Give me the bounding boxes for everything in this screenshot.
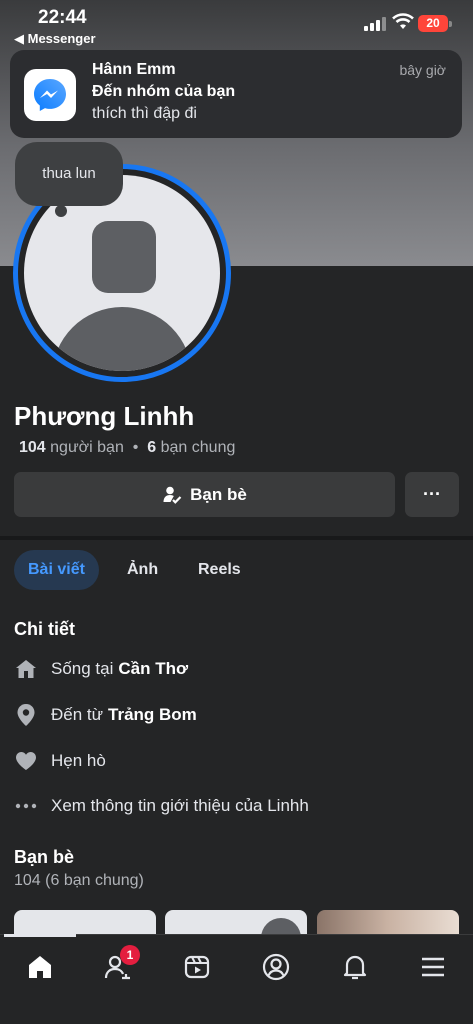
notification-group: Đến nhóm của bạn: [92, 83, 236, 100]
nav-notifications[interactable]: [337, 949, 373, 985]
menu-icon: [422, 957, 444, 977]
signal-icon: [364, 17, 386, 31]
avatar-body-shape: [52, 307, 192, 371]
detail-see-about-text: Xem thông tin giới thiệu của Linhh: [51, 796, 309, 815]
detail-from: Đến từ Trảng Bom: [14, 701, 197, 729]
tab-posts[interactable]: Bài viết: [14, 550, 99, 590]
section-divider: [0, 536, 473, 540]
detail-see-about[interactable]: Xem thông tin giới thiệu của Linhh: [14, 792, 309, 820]
wifi-icon: [392, 13, 414, 29]
detail-from-value[interactable]: Trảng Bom: [108, 705, 197, 725]
friend-requests-badge: 1: [120, 945, 140, 965]
home-icon: [14, 657, 38, 681]
friend-check-icon: [163, 486, 182, 504]
back-to-app-link[interactable]: ◀ Messenger: [14, 31, 96, 47]
battery-tip: [449, 21, 452, 27]
messenger-icon: [24, 69, 76, 121]
detail-lives-in-value[interactable]: Cần Thơ: [118, 659, 188, 679]
status-bar: 22:44 ◀ Messenger 20: [0, 0, 473, 48]
profile-icon: [262, 953, 290, 981]
nav-menu[interactable]: [415, 949, 451, 985]
detail-dating[interactable]: Hẹn hò: [14, 747, 106, 775]
notification-message: thích thì đập đi: [92, 105, 197, 122]
notification-banner[interactable]: Hânn Emm Đến nhóm của bạn thích thì đập …: [10, 50, 462, 138]
detail-lives-in-text: Sống tại: [51, 659, 114, 678]
nav-friends[interactable]: 1: [100, 945, 140, 985]
status-time: 22:44: [38, 7, 87, 28]
bell-icon: [343, 955, 367, 980]
detail-lives-in: Sống tại Cần Thơ: [14, 655, 188, 683]
nav-video[interactable]: [179, 949, 215, 985]
battery-icon: 20: [418, 15, 448, 32]
heart-icon: [14, 749, 38, 773]
friends-section-count: 104 (6 bạn chung): [14, 872, 144, 889]
tab-reels[interactable]: Reels: [198, 550, 241, 590]
home-icon: [29, 956, 51, 978]
video-icon: [184, 955, 210, 979]
detail-dating-text: Hẹn hò: [51, 751, 106, 770]
detail-from-text: Đến từ: [51, 705, 104, 724]
mutual-label: bạn chung: [160, 439, 236, 456]
friends-count: 104: [19, 439, 46, 456]
stats-separator: •: [128, 439, 143, 456]
details-title: Chi tiết: [14, 619, 75, 639]
friend-stats[interactable]: 104 người bạn • 6 bạn chung: [19, 439, 235, 457]
notification-sender: Hânn Emm: [92, 61, 176, 78]
more-options-button[interactable]: ···: [405, 472, 459, 517]
friends-button[interactable]: Bạn bè: [14, 472, 395, 517]
nav-home[interactable]: [22, 949, 58, 985]
nav-profile[interactable]: [258, 949, 294, 985]
home-active-indicator: [4, 934, 76, 937]
notification-time: bây giờ: [399, 62, 446, 78]
friends-label: người bạn: [50, 439, 124, 456]
status-note-tail: [55, 205, 67, 217]
status-note-bubble[interactable]: thua lun: [15, 142, 123, 206]
bottom-navigation: 1: [0, 934, 473, 1024]
avatar-head-shape: [92, 221, 156, 293]
tab-photos[interactable]: Ảnh: [127, 550, 158, 590]
location-pin-icon: [14, 703, 38, 727]
friends-section-title: Bạn bè: [14, 847, 75, 867]
mutual-count: 6: [147, 439, 157, 456]
profile-name: Phương Linhh: [14, 401, 195, 431]
friends-button-label: Bạn bè: [190, 484, 247, 504]
more-dots-icon: [14, 794, 38, 818]
